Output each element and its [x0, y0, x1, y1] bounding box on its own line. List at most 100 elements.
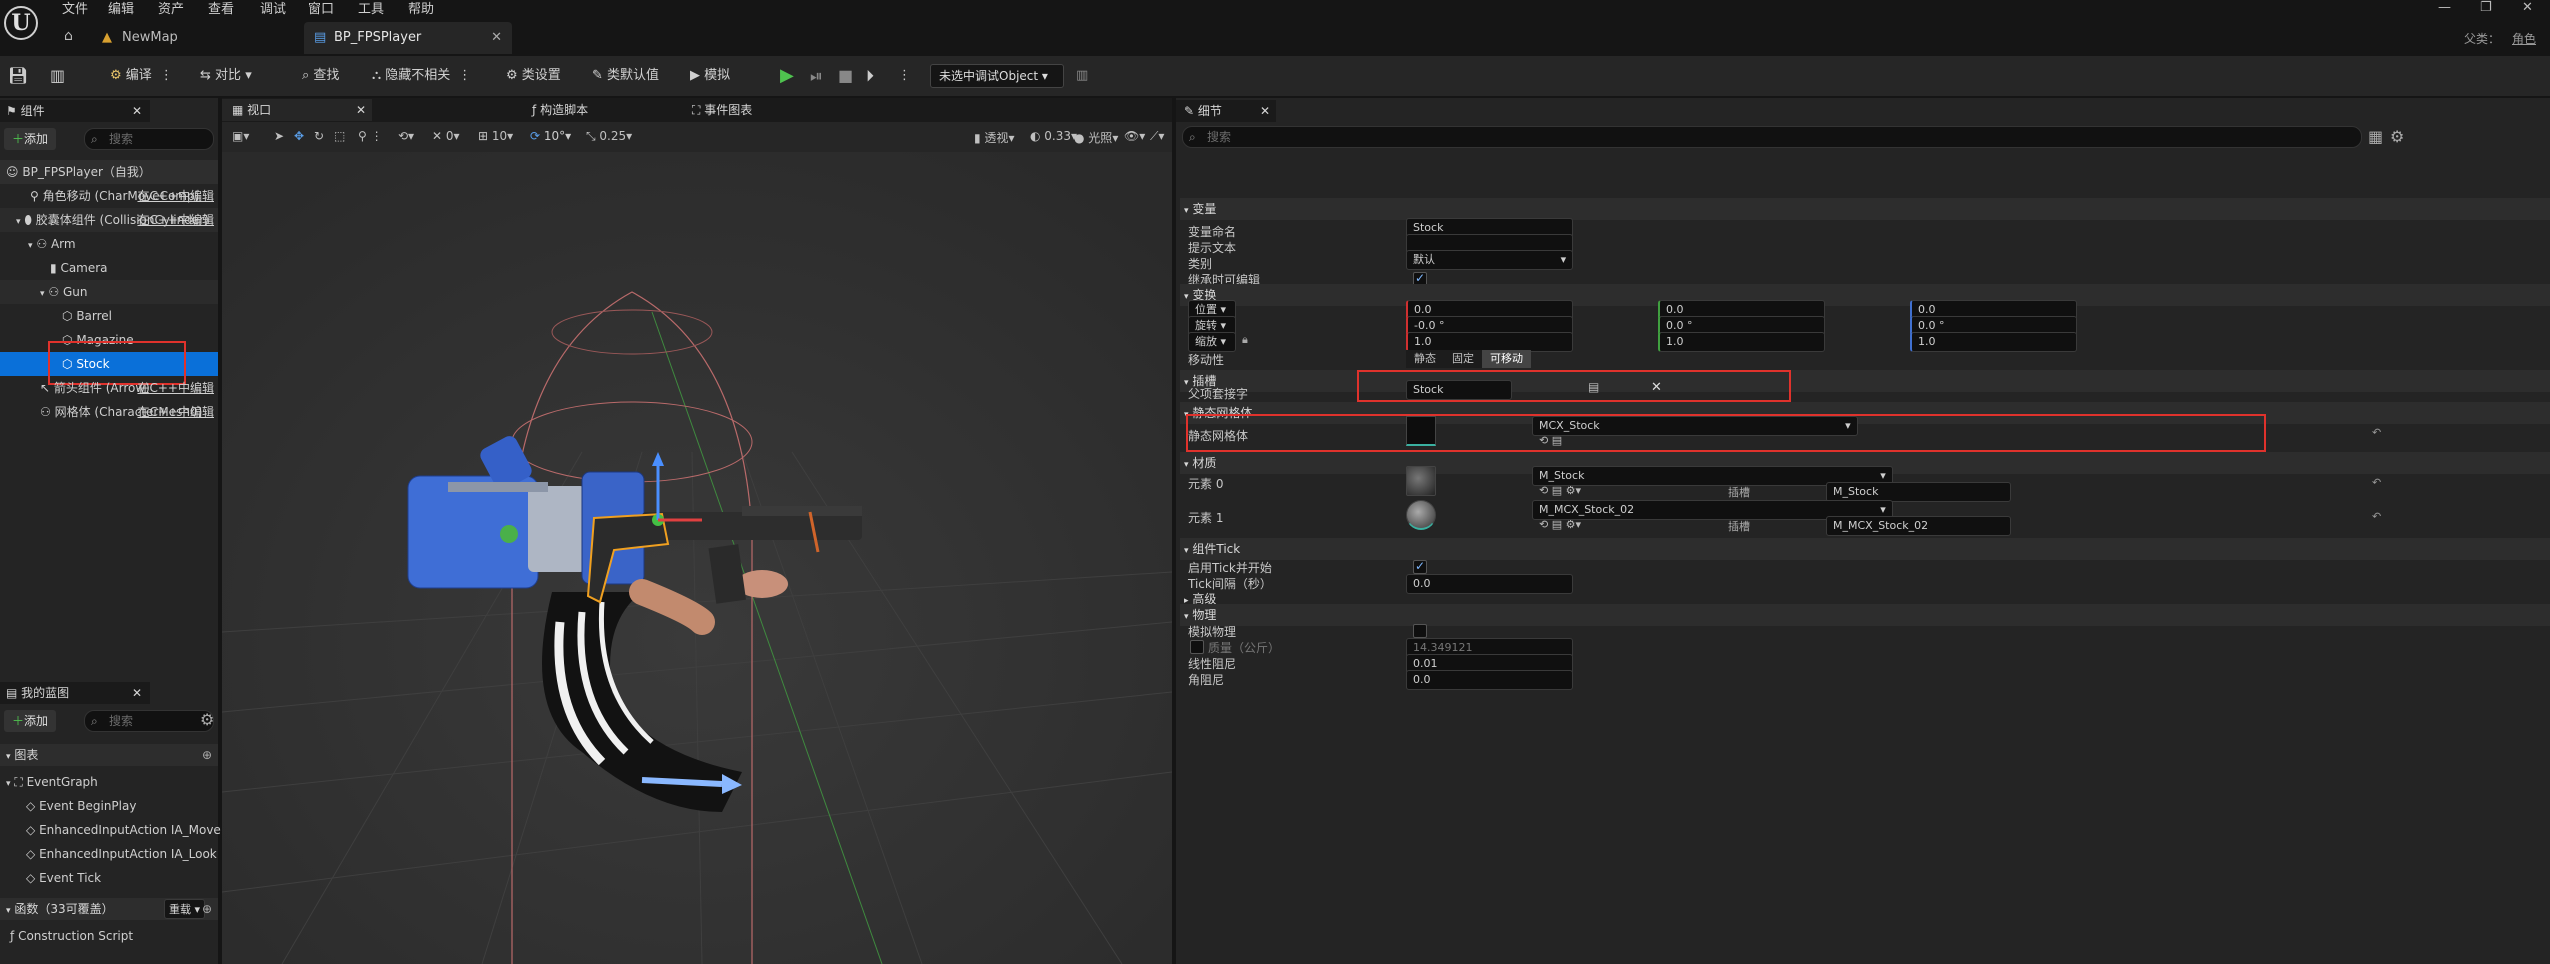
scale-snap[interactable]: ⤡ 0.25▾: [586, 129, 632, 144]
more-icon[interactable]: ⋮: [898, 56, 911, 96]
component-root[interactable]: ☺ BP_FPSPlayer（自我）: [0, 160, 218, 184]
element1-tools[interactable]: ⟲ ▤ ⚙▾: [1539, 518, 1581, 531]
edit-cpp-link[interactable]: 在C++中编辑: [138, 208, 215, 232]
play-options-icon[interactable]: ⏵: [866, 56, 874, 96]
realtime-icon[interactable]: ⟋▾: [1150, 129, 1164, 144]
parent-class-link[interactable]: 角色: [2512, 30, 2536, 47]
close-icon[interactable]: ✕: [132, 682, 142, 704]
mobility-movable[interactable]: 可移动: [1482, 350, 1531, 368]
class-settings-button[interactable]: ⚙ 类设置: [506, 56, 561, 96]
close-window-icon[interactable]: ✕: [2522, 0, 2533, 15]
camera-speed[interactable]: ◐ 0.33▾: [1030, 129, 1077, 143]
viewport-scene[interactable]: [222, 152, 1172, 964]
add-component-button[interactable]: ＋添加: [4, 128, 57, 150]
menu-window[interactable]: 窗口: [308, 0, 334, 20]
add-graph-icon[interactable]: ⊕: [202, 744, 212, 766]
simulate-physics-checkbox[interactable]: [1413, 624, 1427, 638]
components-tab[interactable]: ⚑ 组件 ✕: [0, 100, 150, 122]
element1-thumbnail[interactable]: [1406, 500, 1436, 530]
tab-event-graph[interactable]: ⛶ 事件图表: [692, 99, 852, 121]
scale-x[interactable]: 1.0: [1406, 332, 1574, 352]
debug-filter-icon[interactable]: ▥: [1076, 56, 1088, 96]
scale-icon[interactable]: ⬚: [334, 129, 345, 143]
component-charmove[interactable]: ⚲ 角色移动 (CharMoveComp) 在C++中编辑: [0, 184, 218, 208]
lock-icon[interactable]: 🔒︎: [1242, 333, 1248, 347]
step-icon[interactable]: ⏯: [810, 56, 823, 96]
simulate-button[interactable]: ▶ 模拟: [690, 56, 730, 96]
my-blueprint-tab[interactable]: ▤ 我的蓝图 ✕: [0, 682, 150, 704]
edit-cpp-link[interactable]: 在C++中编辑: [138, 400, 215, 424]
component-barrel[interactable]: ⬡ Barrel: [0, 304, 218, 328]
menu-file[interactable]: 文件: [62, 0, 88, 20]
event-item[interactable]: ◇ EnhancedInputAction IA_Look: [0, 842, 218, 866]
stop-icon[interactable]: ■: [838, 56, 853, 96]
mobility-static[interactable]: 静态: [1406, 350, 1444, 368]
section-variable[interactable]: ▾ 变量: [1180, 198, 2550, 220]
tab-viewport[interactable]: ▦ 视口 ✕: [222, 99, 372, 121]
hide-unrelated-button[interactable]: ⛬ 隐藏不相关 ⋮: [372, 56, 471, 96]
find-button[interactable]: ⌕ 查找: [302, 56, 339, 96]
functions-section[interactable]: ▾ 函数（33可覆盖） 重载 ▾ ⊕: [0, 898, 218, 920]
scale-z[interactable]: 1.0: [1910, 332, 2078, 352]
component-gun[interactable]: ▾ ⚇ Gun: [0, 280, 218, 304]
reset-icon[interactable]: ↶: [2372, 510, 2381, 523]
section-component-tick[interactable]: ▾ 组件Tick: [1180, 538, 2550, 560]
class-defaults-button[interactable]: ✎ 类默认值: [592, 56, 659, 96]
menu-asset[interactable]: 资产: [158, 0, 184, 20]
select-icon[interactable]: ➤: [274, 129, 284, 143]
snap-toggle[interactable]: ✕ 0▾: [432, 129, 460, 143]
grid-snap[interactable]: ⊞ 10▾: [478, 129, 513, 143]
mass-override-checkbox[interactable]: [1190, 640, 1204, 654]
construction-script-item[interactable]: ƒ Construction Script: [0, 924, 218, 948]
section-physics[interactable]: ▾ 物理: [1180, 604, 2550, 626]
tab-newmap[interactable]: ▲ NewMap: [96, 22, 296, 54]
element0-thumbnail[interactable]: [1406, 466, 1436, 496]
close-icon[interactable]: ✕: [132, 100, 142, 122]
element0-slot[interactable]: M_Stock: [1826, 482, 2011, 502]
details-search-input[interactable]: ⌕ 搜索: [1182, 126, 2362, 148]
component-mesh[interactable]: ⚇ 网格体 (CharacterMesh0) 在C++中编辑: [0, 400, 218, 424]
graphs-section[interactable]: ▾ 图表 ⊕: [0, 744, 218, 766]
coordinate-icon[interactable]: ⚲ ⋮: [358, 129, 383, 143]
event-graph-item[interactable]: ▾ ⛶ EventGraph: [0, 770, 218, 794]
event-item[interactable]: ◇ Event BeginPlay: [0, 794, 218, 818]
menu-edit[interactable]: 编辑: [108, 0, 134, 20]
lit-menu[interactable]: ● 光照▾: [1074, 129, 1118, 146]
tab-bp-fpsplayer[interactable]: ▤ BP_FPSPlayer ✕: [304, 22, 512, 54]
add-blueprint-item-button[interactable]: ＋添加: [4, 710, 57, 732]
override-dropdown[interactable]: 重载 ▾: [164, 899, 206, 919]
gear-icon[interactable]: ⚙: [200, 710, 214, 729]
debug-object-select[interactable]: 未选中调试Object ▾: [930, 64, 1064, 88]
viewport-options-icon[interactable]: ▣▾: [232, 129, 249, 143]
component-camera[interactable]: ▮ Camera: [0, 256, 218, 280]
menu-view[interactable]: 查看: [208, 0, 234, 20]
rotate-icon[interactable]: ↻: [314, 129, 324, 143]
close-icon[interactable]: ✕: [356, 99, 366, 121]
browse-icon[interactable]: ▥: [50, 56, 65, 96]
gear-icon[interactable]: ⚙: [2390, 127, 2404, 146]
compile-button[interactable]: ⚙ 编译 ⋮: [110, 56, 173, 96]
category-select[interactable]: 默认 ▾: [1406, 250, 1574, 270]
surface-snap-icon[interactable]: ⟲▾: [398, 129, 414, 143]
scale-dropdown[interactable]: 缩放 ▾: [1188, 332, 1236, 352]
element1-slot[interactable]: M_MCX_Stock_02: [1826, 516, 2011, 536]
scale-y[interactable]: 1.0: [1658, 332, 1826, 352]
angular-damping-input[interactable]: 0.0: [1406, 670, 1574, 690]
edit-cpp-link[interactable]: 在C++中编辑: [138, 184, 215, 208]
minimize-icon[interactable]: —: [2438, 0, 2451, 15]
menu-help[interactable]: 帮助: [408, 0, 434, 20]
element0-tools[interactable]: ⟲ ▤ ⚙▾: [1539, 484, 1581, 497]
unreal-logo-icon[interactable]: U: [4, 6, 38, 40]
home-icon[interactable]: ⌂: [64, 28, 73, 44]
property-matrix-icon[interactable]: ▦: [2368, 127, 2383, 146]
tab-construction-script[interactable]: ƒ 构造脚本: [532, 99, 692, 121]
components-search-input[interactable]: ⌕ 搜索: [84, 128, 214, 150]
maximize-icon[interactable]: ❐: [2480, 0, 2492, 15]
save-icon[interactable]: 💾︎: [8, 56, 28, 96]
show-menu-icon[interactable]: 👁︎▾: [1124, 129, 1145, 143]
component-arm[interactable]: ▾ ⚇ Arm: [0, 232, 218, 256]
add-function-icon[interactable]: ⊕: [202, 898, 212, 920]
rotation-snap[interactable]: ⟳ 10°▾: [530, 129, 571, 143]
menu-debug[interactable]: 调试: [260, 0, 286, 20]
section-transform[interactable]: ▾ 变换: [1180, 284, 2550, 306]
